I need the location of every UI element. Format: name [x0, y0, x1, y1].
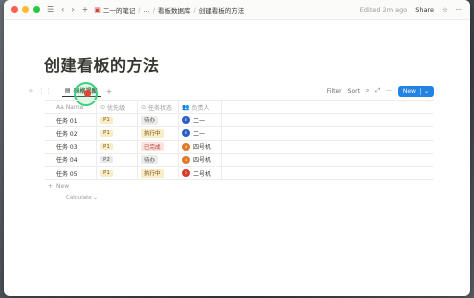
edited-status: Edited 2m ago [359, 5, 408, 14]
search-icon[interactable]: ⌕ [366, 87, 369, 95]
add-page-icon[interactable]: + [82, 5, 89, 14]
status-tag: 执行中 [141, 168, 164, 178]
breadcrumb: ▣ 二一的笔记 / ... / 看板数据库 / 创建看板的方法 [94, 5, 245, 15]
cell-status[interactable]: 执行中 [138, 127, 179, 140]
avatar: E [182, 129, 190, 138]
cell-priority[interactable]: P1 [97, 166, 138, 180]
breadcrumb-item[interactable]: 看板数据库 [158, 5, 191, 15]
cell-status[interactable]: 已完成 [138, 140, 179, 153]
table-header-row: Aa Name ⊙ 优先级 ⊙ 任务状态 👥 负责人 [44, 101, 434, 115]
more-options-icon[interactable]: ··· [456, 6, 462, 14]
cell-status[interactable]: 待办 [138, 153, 179, 166]
filter-button[interactable]: Filter [327, 88, 342, 95]
priority-tag: P2 [100, 156, 113, 164]
forward-icon[interactable]: › [71, 5, 74, 14]
sort-button[interactable]: Sort [348, 88, 360, 95]
cell-owner[interactable]: 4 四号机 [179, 140, 222, 153]
top-bar: ☰ ‹ › + ▣ 二一的笔记 / ... / 看板数据库 / 创建看板的方法 … [4, 0, 470, 20]
table-row[interactable]: 任务 03 P1 已完成 4 四号机 [44, 140, 434, 154]
avatar: 2 [182, 169, 190, 178]
priority-tag: P1 [100, 143, 113, 151]
status-tag: 待办 [141, 155, 159, 165]
new-button[interactable]: New ⌄ [397, 85, 434, 97]
drag-handle-icon[interactable]: ⋮⋮ [38, 87, 52, 95]
cell-priority[interactable]: P1 [97, 114, 138, 127]
chevron-down-icon[interactable]: ⌄ [419, 87, 429, 95]
cell-priority[interactable]: P1 [97, 127, 138, 140]
avatar: 4 [182, 142, 190, 151]
cursor-pointer [84, 90, 91, 97]
add-view-icon[interactable]: + [106, 87, 113, 96]
table-row[interactable]: 任务 02 P1 执行中 E 二一 [44, 127, 434, 141]
sidebar-toggle-icon[interactable]: ☰ [47, 5, 54, 14]
app-window: ☰ ‹ › + ▣ 二一的笔记 / ... / 看板数据库 / 创建看板的方法 … [4, 0, 470, 296]
breadcrumb-item[interactable]: 二一的笔记 [103, 5, 136, 15]
select-icon: ⊙ [100, 103, 106, 111]
maximize-window-button[interactable] [33, 6, 40, 13]
cell-name[interactable]: 任务 05 [44, 166, 97, 180]
cell-owner[interactable]: 4 四号机 [179, 153, 222, 166]
window-controls [11, 6, 40, 13]
calculate-button[interactable]: Calculate ⌄ [66, 195, 98, 201]
select-icon: ⊙ [141, 103, 147, 111]
column-header-status[interactable]: ⊙ 任务状态 [138, 101, 179, 114]
cell-name[interactable]: 任务 03 [44, 140, 97, 153]
cell-priority[interactable]: P2 [97, 153, 138, 166]
new-row-button[interactable]: + New [44, 180, 434, 193]
cell-priority[interactable]: P1 [97, 140, 138, 153]
cell-owner[interactable]: E 二一 [179, 127, 222, 140]
priority-tag: P1 [100, 129, 113, 137]
person-icon: 👥 [182, 103, 190, 111]
plus-icon: + [48, 183, 54, 191]
add-block-icon[interactable]: + [28, 87, 34, 95]
new-button-label: New [402, 87, 416, 95]
table-row[interactable]: 任务 01 P1 待办 E 二一 [44, 114, 434, 128]
column-header-priority[interactable]: ⊙ 优先级 [97, 101, 138, 114]
cell-owner[interactable]: E 二一 [179, 114, 222, 127]
column-header-owner[interactable]: 👥 负责人 [179, 101, 222, 114]
column-header-name[interactable]: Aa Name [44, 101, 97, 114]
database-table: Aa Name ⊙ 优先级 ⊙ 任务状态 👥 负责人 任务 01 P1 待办 E 二一 … [44, 100, 434, 193]
share-button[interactable]: Share [415, 6, 434, 14]
table-row[interactable]: 任务 05 P1 执行中 2 二号机 [44, 166, 434, 181]
status-tag: 执行中 [141, 128, 164, 138]
cell-owner[interactable]: 2 二号机 [179, 166, 222, 180]
avatar: 4 [182, 155, 190, 164]
back-icon[interactable]: ‹ [61, 5, 64, 14]
cell-name[interactable]: 任务 04 [44, 153, 97, 166]
priority-tag: P1 [100, 169, 113, 177]
minimize-window-button[interactable] [22, 6, 29, 13]
favorite-star-icon[interactable]: ☆ [442, 6, 448, 14]
avatar: E [182, 116, 190, 125]
close-window-button[interactable] [11, 6, 18, 13]
expand-icon[interactable]: ⤢ [375, 87, 380, 95]
breadcrumb-item[interactable]: ... [144, 6, 150, 14]
cell-status[interactable]: 待办 [138, 114, 179, 127]
cell-name[interactable]: 任务 01 [44, 114, 97, 127]
breadcrumb-item[interactable]: 创建看板的方法 [199, 5, 245, 15]
status-tag: 待办 [141, 115, 159, 125]
page-emoji-icon: ▣ [94, 5, 101, 14]
add-column-area[interactable] [222, 101, 434, 113]
table-icon: ▤ [64, 87, 71, 94]
page-title: 创建看板的方法 [44, 56, 160, 75]
more-icon[interactable]: ··· [386, 88, 392, 95]
cell-status[interactable]: 执行中 [138, 166, 179, 180]
priority-tag: P1 [100, 116, 113, 124]
table-row[interactable]: 任务 04 P2 待办 4 四号机 [44, 153, 434, 167]
status-tag: 已完成 [141, 142, 164, 152]
cell-name[interactable]: 任务 02 [44, 127, 97, 140]
